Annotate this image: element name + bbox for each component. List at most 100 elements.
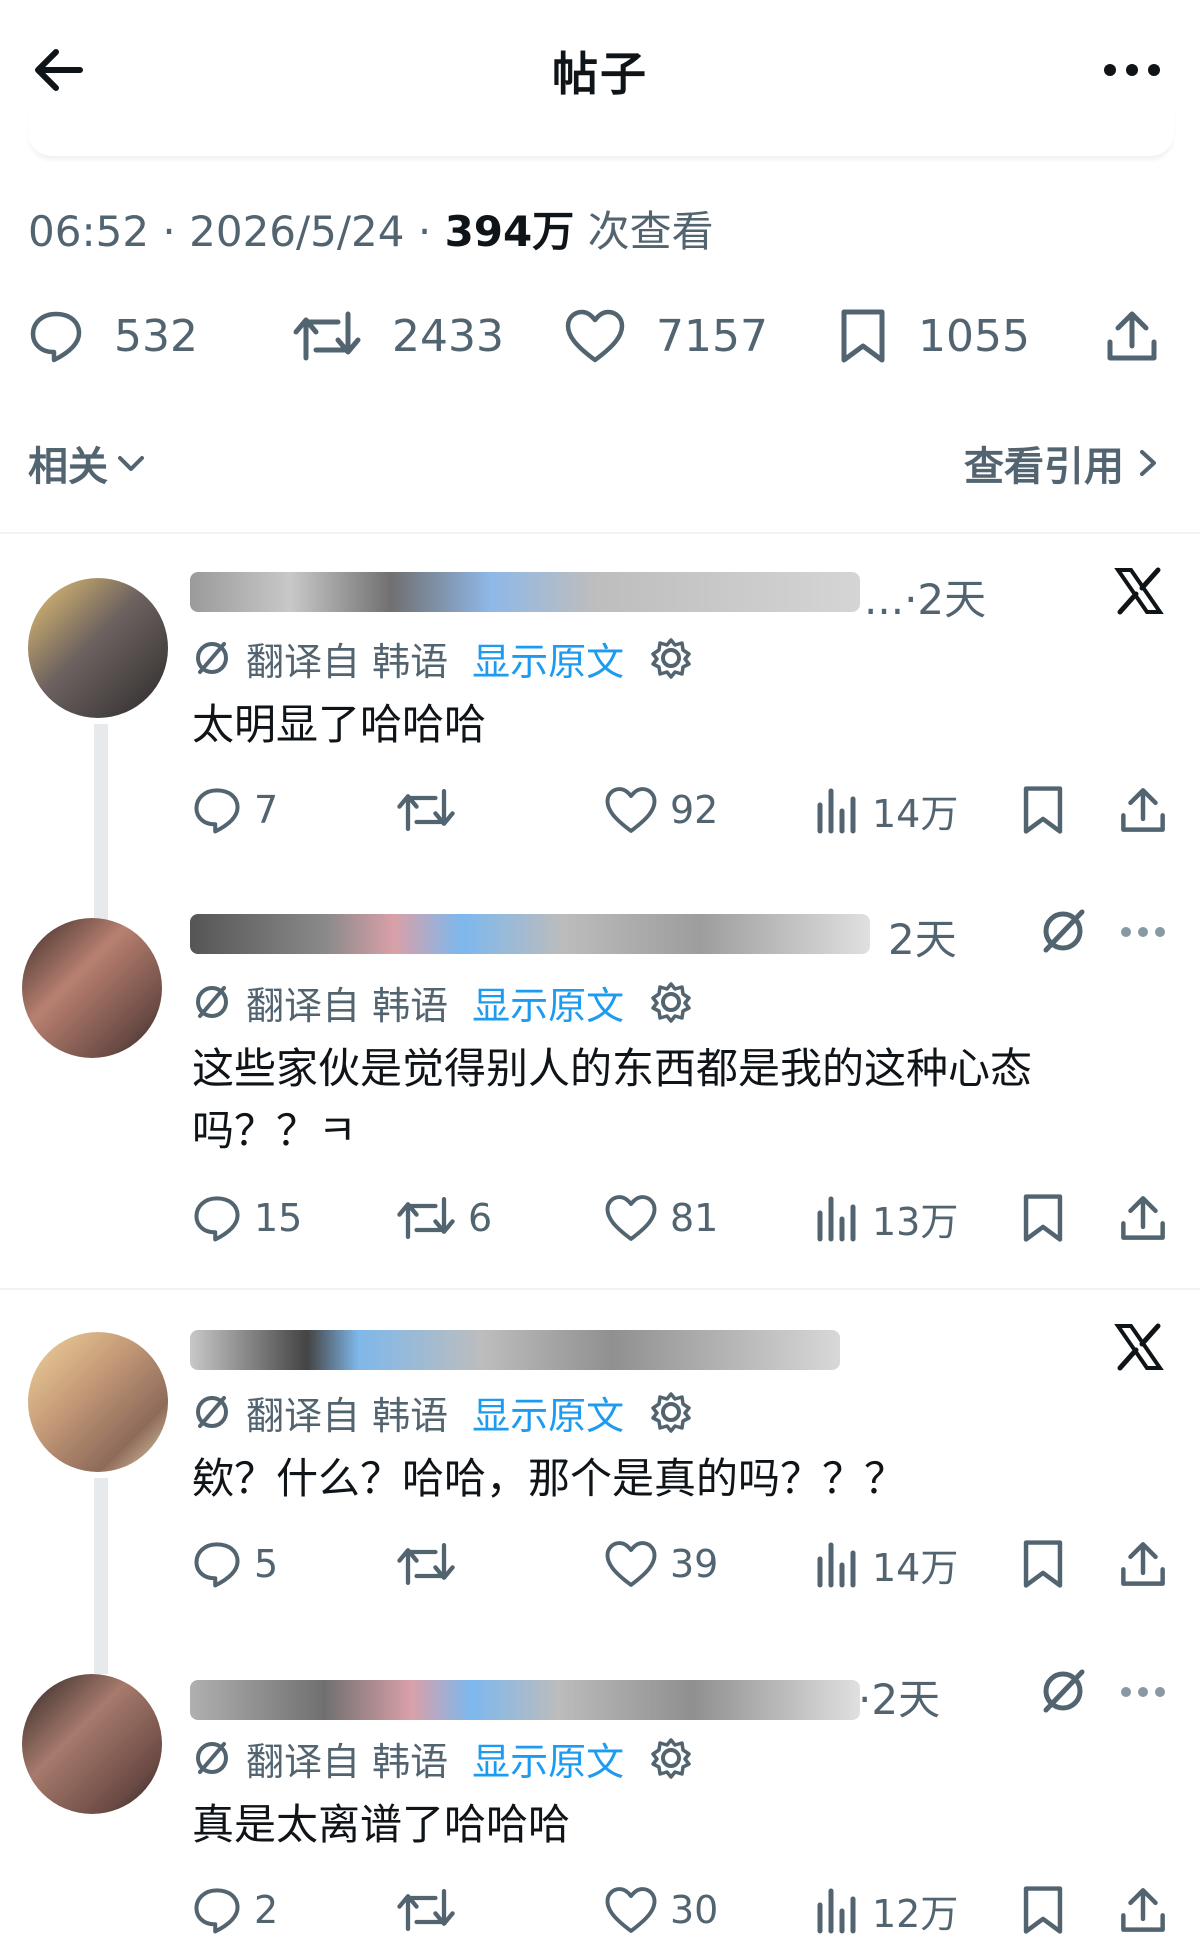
avatar[interactable] (28, 578, 168, 718)
like-icon (605, 1887, 657, 1933)
x-logo[interactable] (1114, 566, 1164, 620)
reply-time: ·2天 (858, 1666, 940, 1727)
reply-action[interactable]: 2 (192, 1882, 278, 1938)
post-date: 2026/5/24 (189, 207, 405, 256)
post-meta: 06:52 · 2026/5/24 · 394万 次查看 (28, 198, 714, 259)
thread-line (94, 724, 108, 920)
reply-text: 欸？什么？哈哈，那个是真的吗？？？ (192, 1454, 907, 1503)
repost-icon (397, 1197, 455, 1239)
share-button[interactable] (1104, 306, 1190, 366)
translate-label: 翻译自 韩语 (246, 1393, 449, 1438)
avatar[interactable] (28, 1332, 168, 1472)
show-original-link[interactable]: 显示原文 (472, 631, 624, 686)
bookmark-icon (841, 309, 885, 363)
username-blurred[interactable] (190, 572, 860, 612)
meta-separator: · (162, 207, 176, 256)
like-action[interactable]: 39 (604, 1536, 718, 1592)
share-icon (1121, 1542, 1165, 1586)
grok-button[interactable] (1038, 1666, 1088, 1720)
like-count: 30 (670, 1888, 719, 1932)
reply-count: 7 (254, 788, 279, 832)
view-quotes-link[interactable]: 查看引用 (964, 434, 1162, 492)
time-label: ·2天 (904, 575, 987, 624)
reply-time: 2天 (888, 906, 957, 967)
more-button[interactable] (1120, 924, 1166, 943)
gear-icon[interactable] (650, 1391, 692, 1433)
show-original-link[interactable]: 显示原文 (472, 1385, 624, 1440)
views-count: 13万 (872, 1199, 959, 1244)
bookmark-icon (1023, 1194, 1063, 1242)
avatar[interactable] (22, 918, 162, 1058)
views-icon (817, 1542, 856, 1588)
bookmark-action[interactable] (1020, 1536, 1078, 1592)
views-action[interactable]: 14万 (814, 782, 958, 838)
avatar[interactable] (22, 1674, 162, 1814)
share-action[interactable] (1118, 782, 1180, 838)
repost-stat[interactable]: 2433 (292, 306, 504, 366)
username-blurred[interactable] (190, 914, 870, 954)
like-action[interactable]: 81 (604, 1190, 718, 1246)
share-icon (1107, 311, 1157, 361)
grok-button[interactable] (1038, 906, 1088, 960)
like-count: 81 (670, 1196, 719, 1240)
chevron-down-icon (118, 456, 144, 471)
repost-action[interactable] (396, 782, 468, 838)
more-icon (1104, 64, 1160, 76)
repost-action[interactable] (396, 1882, 468, 1938)
share-action[interactable] (1118, 1882, 1180, 1938)
username-blurred[interactable] (190, 1680, 860, 1720)
share-action[interactable] (1118, 1190, 1180, 1246)
section-divider (0, 1288, 1200, 1290)
share-icon (1121, 1888, 1165, 1932)
bookmark-action[interactable] (1020, 782, 1078, 838)
like-count: 92 (670, 788, 719, 832)
x-logo[interactable] (1114, 1322, 1164, 1376)
reply-action[interactable]: 15 (192, 1190, 302, 1246)
bookmark-action[interactable] (1020, 1882, 1078, 1938)
meta-separator: · (417, 207, 432, 256)
related-filter[interactable]: 相关 (28, 434, 148, 492)
username-blurred[interactable] (190, 1330, 840, 1370)
like-icon (605, 1541, 657, 1587)
like-action[interactable]: 92 (604, 782, 718, 838)
reply-action[interactable]: 7 (192, 782, 278, 838)
share-action[interactable] (1118, 1536, 1180, 1592)
chevron-right-icon (1140, 450, 1156, 476)
more-button[interactable] (1102, 58, 1162, 82)
bookmark-action[interactable] (1020, 1190, 1078, 1246)
translate-row: 翻译自 韩语 显示原文 (192, 1386, 692, 1438)
reply-text: 这些家伙是觉得别人的东西都是我的这种心态吗？？ㅋ (192, 1044, 1033, 1155)
reply-count: 15 (254, 1196, 303, 1240)
repost-action[interactable]: 6 (396, 1190, 492, 1246)
views-count: 14万 (872, 791, 959, 836)
reply-action[interactable]: 5 (192, 1536, 278, 1592)
translate-row: 翻译自 韩语 显示原文 (192, 976, 692, 1028)
gear-icon[interactable] (650, 1737, 692, 1779)
bookmark-stat[interactable]: 1055 (838, 306, 1030, 366)
translate-icon (196, 1396, 228, 1428)
views-action[interactable]: 14万 (814, 1536, 958, 1592)
gear-icon[interactable] (650, 981, 692, 1023)
translate-row: 翻译自 韩语 显示原文 (192, 632, 692, 684)
repost-icon (397, 1543, 455, 1585)
repost-action[interactable] (396, 1536, 468, 1592)
reply-icon (194, 788, 240, 834)
show-original-link[interactable]: 显示原文 (472, 1731, 624, 1786)
share-icon (1121, 1196, 1165, 1240)
x-logo-icon (1114, 1323, 1164, 1371)
repost-icon (397, 1889, 455, 1931)
x-logo-icon (1114, 567, 1164, 615)
reply-stat[interactable]: 532 (28, 306, 198, 366)
more-button[interactable] (1120, 1684, 1166, 1703)
views-action[interactable]: 13万 (814, 1190, 958, 1246)
views-action[interactable]: 12万 (814, 1882, 958, 1938)
like-stat[interactable]: 7157 (564, 306, 768, 366)
like-action[interactable]: 30 (604, 1882, 718, 1938)
show-original-link[interactable]: 显示原文 (472, 975, 624, 1030)
time-label: ·2天 (858, 1675, 941, 1724)
page-title: 帖子 (552, 47, 648, 101)
views-icon (817, 788, 856, 834)
translate-icon (196, 986, 228, 1018)
gear-icon[interactable] (650, 637, 692, 679)
grok-icon (1043, 909, 1085, 953)
